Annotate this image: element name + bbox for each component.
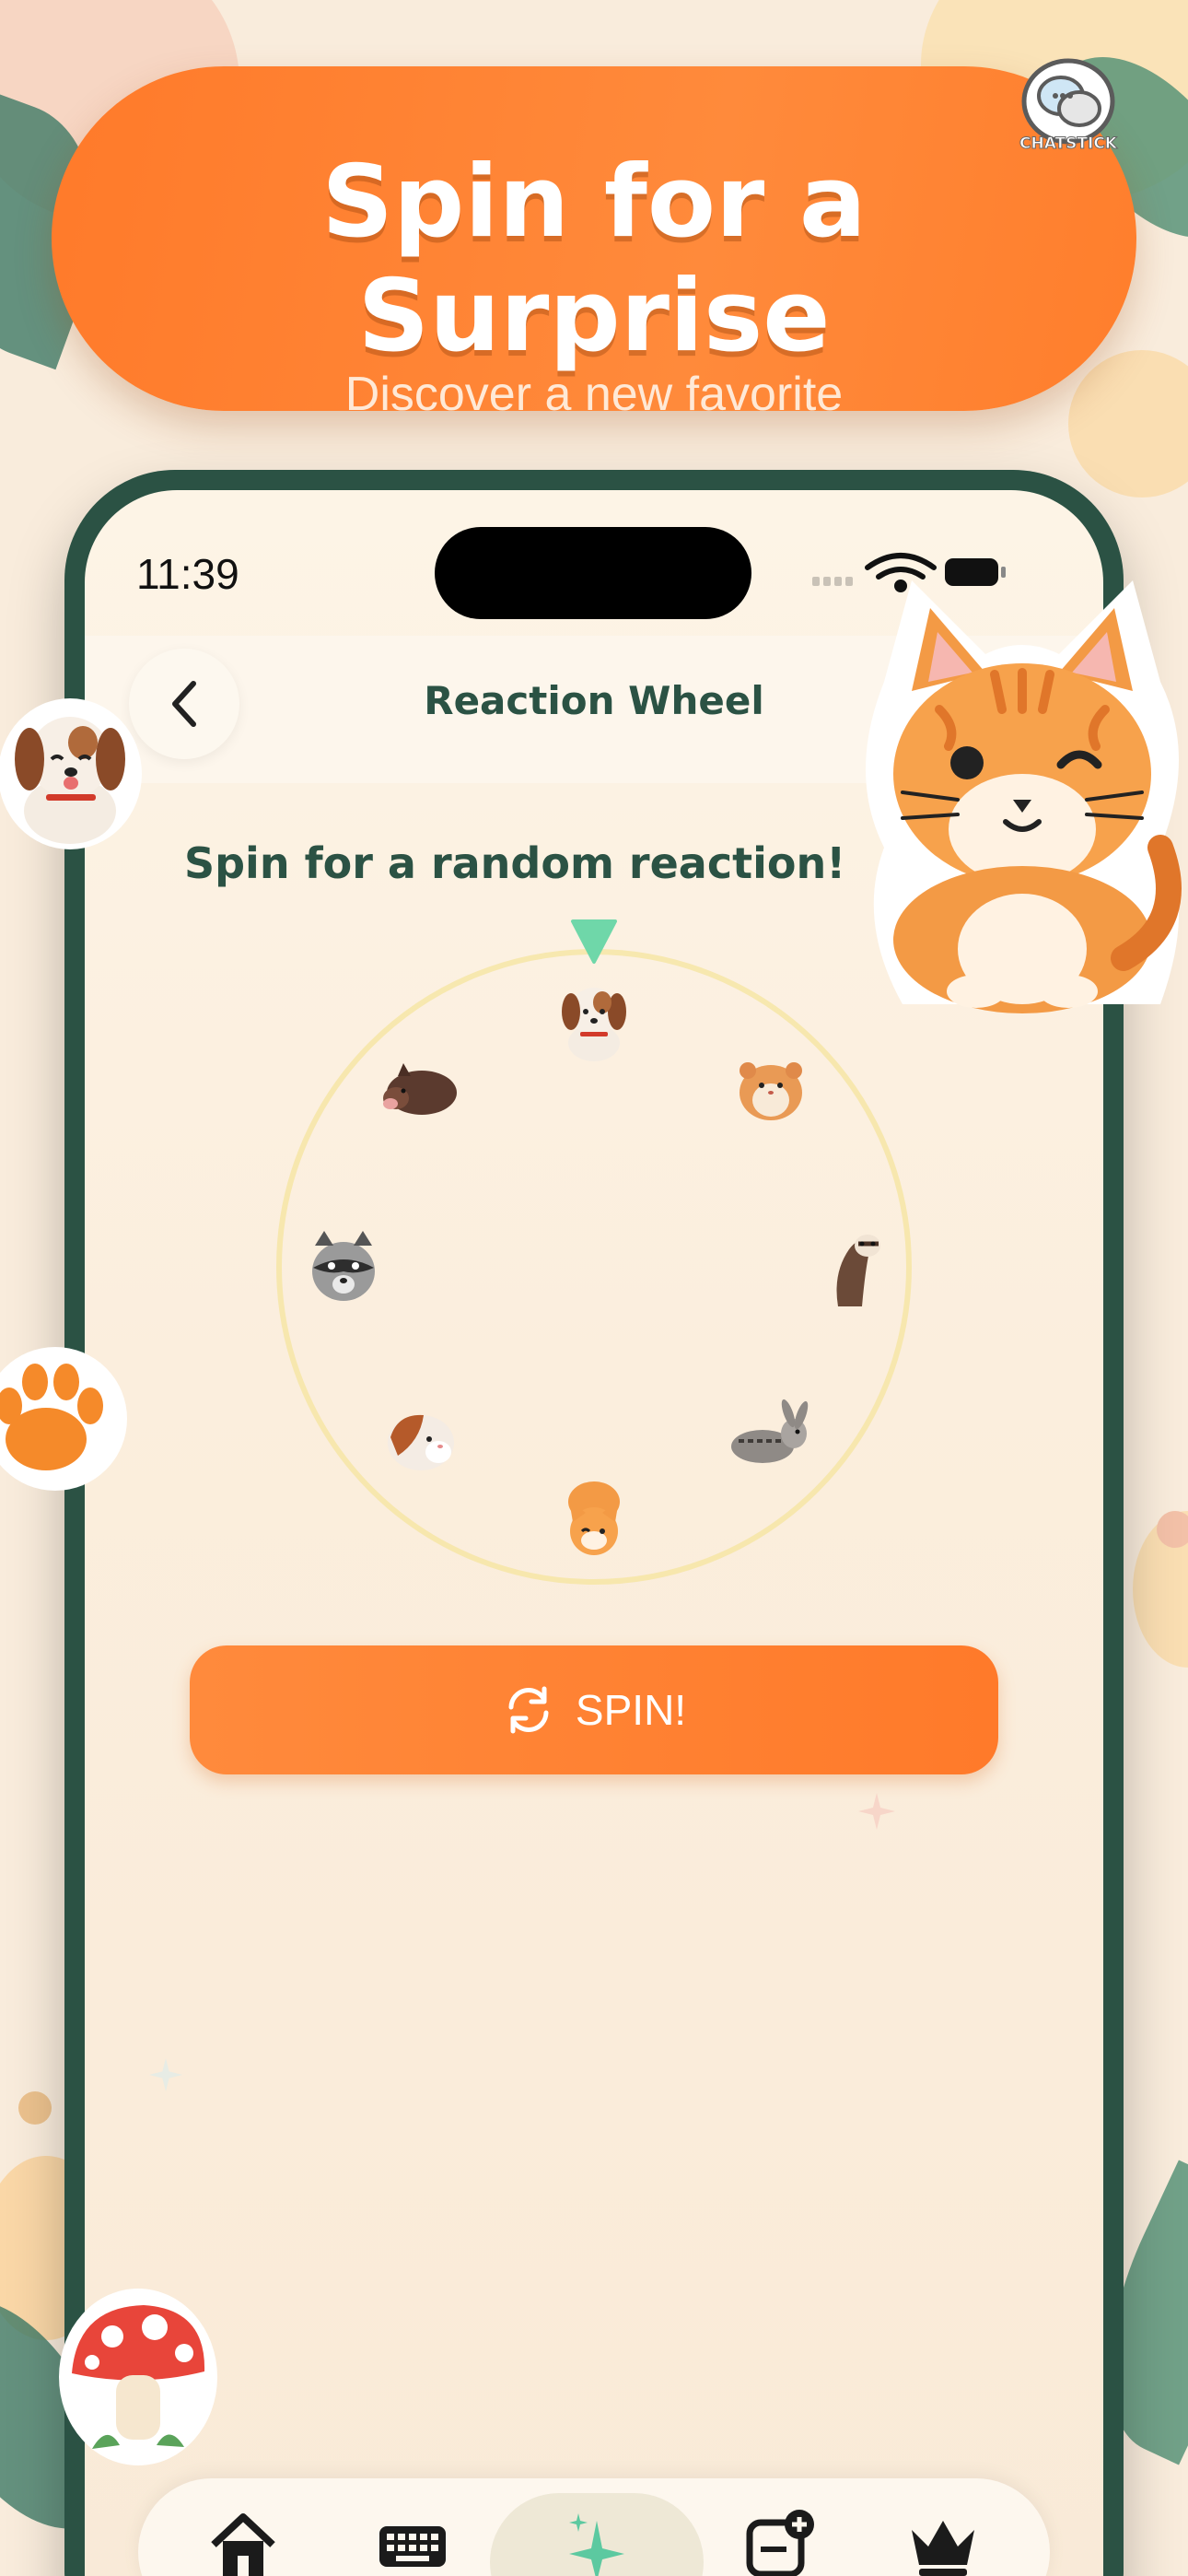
tab-home[interactable] — [206, 2508, 280, 2576]
cat-sticker[interactable] — [543, 1465, 645, 1566]
hamster-sticker[interactable] — [720, 1039, 821, 1141]
chevron-left-icon — [172, 681, 196, 727]
tab-premium[interactable] — [906, 2508, 980, 2576]
crown-icon — [912, 2521, 974, 2576]
cat-decor-sticker — [866, 580, 1182, 1013]
banner-title: Spin for a Surprise — [52, 146, 1136, 374]
promo-banner: Spin for a Surprise Discover a new favor… — [52, 66, 1136, 421]
keyboard-icon — [379, 2526, 446, 2567]
sticker-add-icon — [746, 2510, 814, 2576]
banner-title-line1: Spin for a — [321, 145, 867, 260]
spin-button[interactable]: SPIN! — [190, 1645, 998, 1774]
donkey-sticker[interactable] — [720, 1391, 821, 1493]
ferret-sticker[interactable] — [801, 1218, 903, 1319]
puppy-decor-sticker — [0, 698, 142, 849]
page-title: Reaction Wheel — [424, 678, 764, 723]
guinea-pig-sticker[interactable] — [370, 1391, 472, 1493]
house-icon — [211, 2513, 275, 2576]
tab-sparkle[interactable] — [560, 2508, 634, 2576]
boar-sticker[interactable] — [370, 1039, 472, 1141]
dynamic-island — [435, 527, 751, 619]
badge-label: CHATSTICK — [1019, 135, 1118, 154]
sparkle-decor-icon — [148, 2057, 183, 2092]
paw-decor-sticker — [0, 1347, 127, 1491]
banner-subtitle: Discover a new favorite — [344, 368, 844, 421]
puppy-sticker[interactable] — [543, 966, 645, 1067]
mushroom-decor-sticker — [59, 2289, 217, 2465]
tab-add-sticker[interactable] — [744, 2508, 818, 2576]
tab-keyboard[interactable] — [376, 2508, 449, 2576]
refresh-icon — [508, 1686, 549, 1734]
wheel-pointer-icon — [571, 919, 617, 964]
raccoon-sticker[interactable] — [293, 1218, 394, 1319]
sparkle-icon — [569, 2513, 624, 2576]
status-time: 11:39 — [136, 550, 239, 598]
spin-button-label: SPIN! — [575, 1686, 687, 1734]
banner-title-line2: Surprise — [357, 259, 831, 374]
sparkle-decor-icon — [858, 1793, 895, 1830]
